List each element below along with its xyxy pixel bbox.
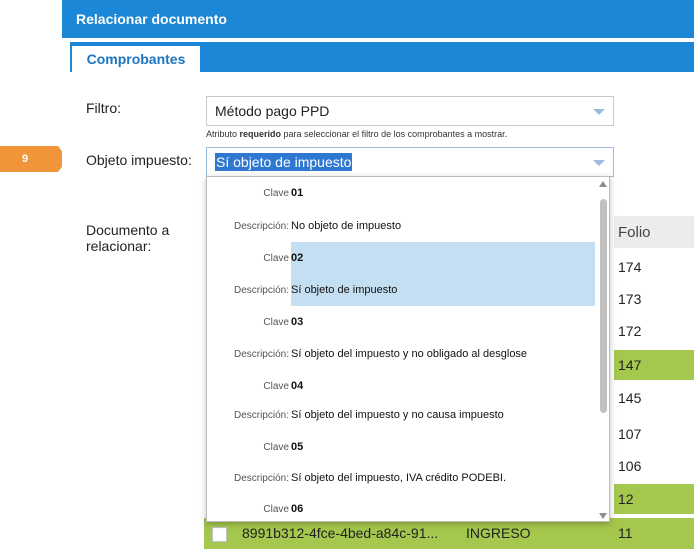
clave-value: 04 <box>291 380 304 392</box>
table-row-folio[interactable]: 173 <box>614 284 694 314</box>
table-row-folio[interactable]: 107 <box>614 419 694 449</box>
table-row-folio[interactable]: 145 <box>614 383 694 413</box>
dialog-title: Relacionar documento <box>62 0 694 38</box>
folio-column-header[interactable]: Folio <box>614 216 694 248</box>
documento-label: Documento a relacionar: <box>86 222 170 254</box>
clave-value: 01 <box>291 187 304 199</box>
dialog-panel: Relacionar documento Comprobantes Filtro… <box>62 0 694 549</box>
chevron-down-icon <box>593 109 605 115</box>
clave-value: 02 <box>291 242 595 274</box>
clave-label: Clave <box>263 380 289 392</box>
scroll-up-icon[interactable] <box>599 181 607 187</box>
tab-comprobantes[interactable]: Comprobantes <box>72 46 200 72</box>
descripcion-value: Sí objeto del impuesto y no obligado al … <box>291 348 528 360</box>
objeto-impuesto-value: Sí objeto de impuesto <box>215 153 353 171</box>
scrollbar-thumb[interactable] <box>600 199 607 413</box>
descripcion-value: Sí objeto del impuesto y no causa impues… <box>291 409 504 421</box>
dropdown-option-clave[interactable]: Clave 03 <box>207 306 595 338</box>
chevron-down-icon <box>593 160 605 166</box>
clave-value: 06 <box>291 503 304 515</box>
table-row-folio[interactable]: 172 <box>614 316 694 346</box>
dropdown-option-clave[interactable]: Clave 01 <box>207 177 595 209</box>
scroll-down-icon[interactable] <box>599 513 607 519</box>
table-row-folio[interactable]: 147 <box>614 350 694 380</box>
clave-label: Clave <box>263 187 289 199</box>
dropdown-option-descripcion[interactable]: Descripción: Sí objeto del impuesto y no… <box>207 399 595 431</box>
filtro-hint: Atributo requerido para seleccionar el f… <box>206 129 508 139</box>
objeto-impuesto-dropdown[interactable]: Clave 01 Descripción: No objeto de impue… <box>206 176 610 522</box>
descripcion-value: Sí objeto del impuesto, IVA crédito PODE… <box>291 472 507 484</box>
tab-bar: Comprobantes <box>70 42 694 72</box>
clave-label: Clave <box>263 252 289 264</box>
filtro-value: Método pago PPD <box>215 103 330 119</box>
dropdown-option-clave[interactable]: Clave 05 <box>207 431 595 463</box>
descripcion-label: Descripción: <box>233 220 289 232</box>
dropdown-option-descripcion[interactable]: Descripción: No objeto de impuesto <box>207 210 595 242</box>
row-uuid: 8991b312-4fce-4bed-a84c-91... <box>242 525 439 541</box>
filtro-select[interactable]: Método pago PPD <box>206 96 614 126</box>
clave-value: 05 <box>291 441 304 453</box>
descripcion-value: No objeto de impuesto <box>291 220 402 232</box>
row-folio: 11 <box>618 525 633 541</box>
dropdown-option-clave[interactable]: Clave 06 <box>207 493 595 521</box>
dropdown-option-clave-selected[interactable]: Clave 02 <box>207 242 595 274</box>
step-marker: 9 <box>0 146 58 172</box>
descripcion-label: Descripción: <box>233 472 289 484</box>
dropdown-option-clave[interactable]: Clave 04 <box>207 370 595 402</box>
objeto-impuesto-select[interactable]: Sí objeto de impuesto <box>206 147 614 177</box>
dropdown-option-descripcion-selected[interactable]: Descripción: Sí objeto de impuesto <box>207 274 595 306</box>
row-tipo: INGRESO <box>466 525 531 541</box>
row-checkbox[interactable] <box>212 527 227 542</box>
filtro-label: Filtro: <box>86 100 121 116</box>
descripcion-label: Descripción: <box>233 409 289 421</box>
objeto-impuesto-label: Objeto impuesto: <box>86 152 192 168</box>
clave-label: Clave <box>263 503 289 515</box>
descripcion-label: Descripción: <box>233 348 289 360</box>
descripcion-label: Descripción: <box>233 284 289 296</box>
dropdown-scrollbar[interactable] <box>598 181 608 519</box>
table-row-folio[interactable]: 174 <box>614 252 694 282</box>
table-row[interactable]: 8991b312-4fce-4bed-a84c-91... INGRESO 11 <box>204 518 694 549</box>
dropdown-option-descripcion[interactable]: Descripción: Sí objeto del impuesto, IVA… <box>207 462 595 494</box>
table-row-folio[interactable]: 106 <box>614 451 694 481</box>
dropdown-option-descripcion[interactable]: Descripción: Sí objeto del impuesto y no… <box>207 338 595 370</box>
clave-label: Clave <box>263 316 289 328</box>
clave-label: Clave <box>263 441 289 453</box>
descripcion-value: Sí objeto de impuesto <box>291 274 595 306</box>
clave-value: 03 <box>291 316 304 328</box>
table-row-folio[interactable]: 12 <box>614 484 694 514</box>
